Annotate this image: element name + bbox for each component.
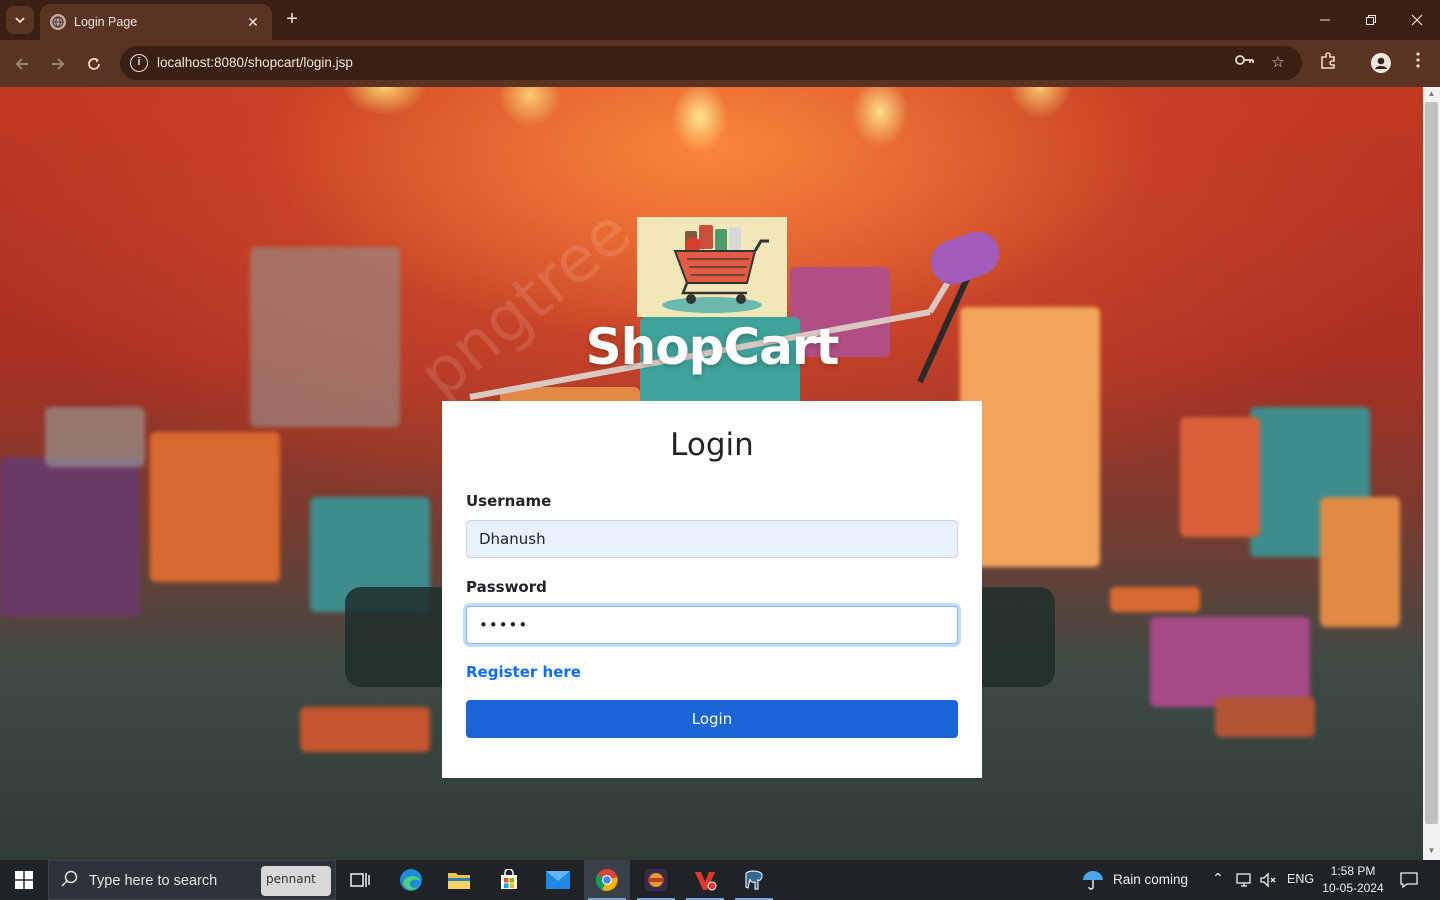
- windows-taskbar: Type here to search pennant Rain coming …: [0, 860, 1440, 900]
- extensions-icon[interactable]: [1316, 52, 1340, 76]
- chrome-icon: [595, 869, 618, 891]
- login-button[interactable]: Login: [466, 700, 958, 738]
- chrome-app[interactable]: [584, 860, 630, 900]
- file-explorer-app[interactable]: [436, 860, 482, 900]
- database-elephant-icon: [745, 870, 763, 890]
- bg-box: [0, 457, 140, 617]
- windows-logo-icon: [15, 871, 33, 889]
- close-icon: [1411, 14, 1423, 26]
- bg-box: [1180, 417, 1260, 537]
- search-icon: [61, 870, 78, 887]
- login-title: Login: [670, 427, 754, 463]
- more-menu-icon[interactable]: [1406, 52, 1430, 76]
- bg-box: [1110, 587, 1200, 612]
- minimize-button[interactable]: [1302, 0, 1348, 40]
- profile-icon[interactable]: [1369, 52, 1393, 76]
- scroll-up-icon[interactable]: ▲: [1423, 87, 1440, 101]
- folder-icon: [448, 873, 470, 889]
- restore-button[interactable]: [1348, 0, 1394, 40]
- weather-widget-icon[interactable]: [1078, 860, 1108, 900]
- bg-box: [1150, 617, 1310, 707]
- restore-icon: [1366, 15, 1376, 25]
- register-link[interactable]: Register here: [466, 663, 581, 681]
- bg-box: [1215, 697, 1315, 737]
- bg-box: [300, 707, 430, 752]
- site-info-icon[interactable]: i: [130, 54, 148, 72]
- tab-search-button[interactable]: [6, 6, 34, 34]
- task-view-button[interactable]: [337, 860, 383, 900]
- weather-text[interactable]: Rain coming: [1113, 872, 1188, 887]
- clock-date: 10-05-2024: [1322, 881, 1384, 895]
- key-icon[interactable]: [1234, 53, 1256, 73]
- minimize-icon: [1320, 19, 1330, 21]
- close-window-button[interactable]: [1394, 0, 1440, 40]
- new-tab-button[interactable]: +: [280, 8, 304, 32]
- bg-box: [45, 407, 145, 467]
- task-view-icon: [350, 873, 370, 887]
- game-icon: [645, 869, 667, 891]
- address-bar[interactable]: i localhost:8080/shopcart/login.jsp ☆: [120, 46, 1302, 80]
- browser-tab[interactable]: Login Page ✕: [40, 4, 272, 40]
- reload-icon: [88, 58, 100, 70]
- shopping-cart-icon: [662, 225, 769, 313]
- tab-close-icon[interactable]: ✕: [244, 14, 262, 31]
- volume-muted-icon[interactable]: [1257, 860, 1279, 900]
- forward-button[interactable]: [44, 50, 72, 78]
- game-app[interactable]: [633, 860, 679, 900]
- chevron-down-icon: [15, 17, 25, 24]
- mail-app[interactable]: [535, 860, 581, 900]
- reload-button[interactable]: [80, 50, 108, 78]
- edge-app[interactable]: [388, 860, 434, 900]
- username-input[interactable]: [466, 520, 958, 558]
- store-app[interactable]: [486, 860, 532, 900]
- network-icon[interactable]: [1233, 860, 1257, 900]
- login-card: Login Username Password Register here Lo…: [442, 401, 982, 778]
- tab-title: Login Page: [74, 15, 138, 29]
- clock-time: 1:58 PM: [1330, 864, 1376, 878]
- notifications-icon[interactable]: [1394, 860, 1424, 900]
- search-highlight-widget[interactable]: pennant: [261, 866, 331, 896]
- postgres-app[interactable]: [731, 860, 777, 900]
- taskbar-search[interactable]: Type here to search pennant: [48, 860, 336, 900]
- arrow-left-icon: [15, 58, 28, 70]
- browser-titlebar: Login Page ✕ +: [0, 0, 1440, 40]
- umbrella-icon: [1083, 871, 1103, 890]
- bookmark-star-icon[interactable]: ☆: [1267, 53, 1289, 73]
- chevron-up-icon[interactable]: ⌃: [1212, 870, 1224, 887]
- store-icon: [501, 869, 517, 889]
- password-label: Password: [466, 578, 547, 596]
- brand-title: ShopCart: [585, 318, 840, 376]
- bg-box: [150, 432, 280, 582]
- edge-icon: [400, 869, 422, 891]
- browser-toolbar: i localhost:8080/shopcart/login.jsp ☆: [0, 40, 1440, 87]
- search-placeholder: Type here to search: [89, 873, 218, 889]
- system-clock[interactable]: 1:58 PM 10-05-2024: [1318, 863, 1388, 897]
- username-label: Username: [466, 492, 552, 510]
- bg-box: [1320, 497, 1400, 627]
- scrollbar-thumb[interactable]: [1425, 102, 1438, 824]
- language-indicator[interactable]: ENG: [1287, 872, 1314, 886]
- globe-icon: [50, 14, 66, 30]
- scroll-down-icon[interactable]: ▼: [1423, 844, 1440, 858]
- vscode-app[interactable]: [682, 860, 728, 900]
- bg-box: [250, 247, 400, 427]
- url-text[interactable]: localhost:8080/shopcart/login.jsp: [157, 55, 353, 70]
- arrow-right-icon: [52, 58, 65, 70]
- shop-logo: [637, 217, 787, 317]
- code-editor-icon: [695, 872, 717, 891]
- back-button[interactable]: [8, 50, 36, 78]
- start-button[interactable]: [0, 860, 48, 900]
- password-input[interactable]: [466, 606, 958, 644]
- mail-icon: [546, 871, 570, 889]
